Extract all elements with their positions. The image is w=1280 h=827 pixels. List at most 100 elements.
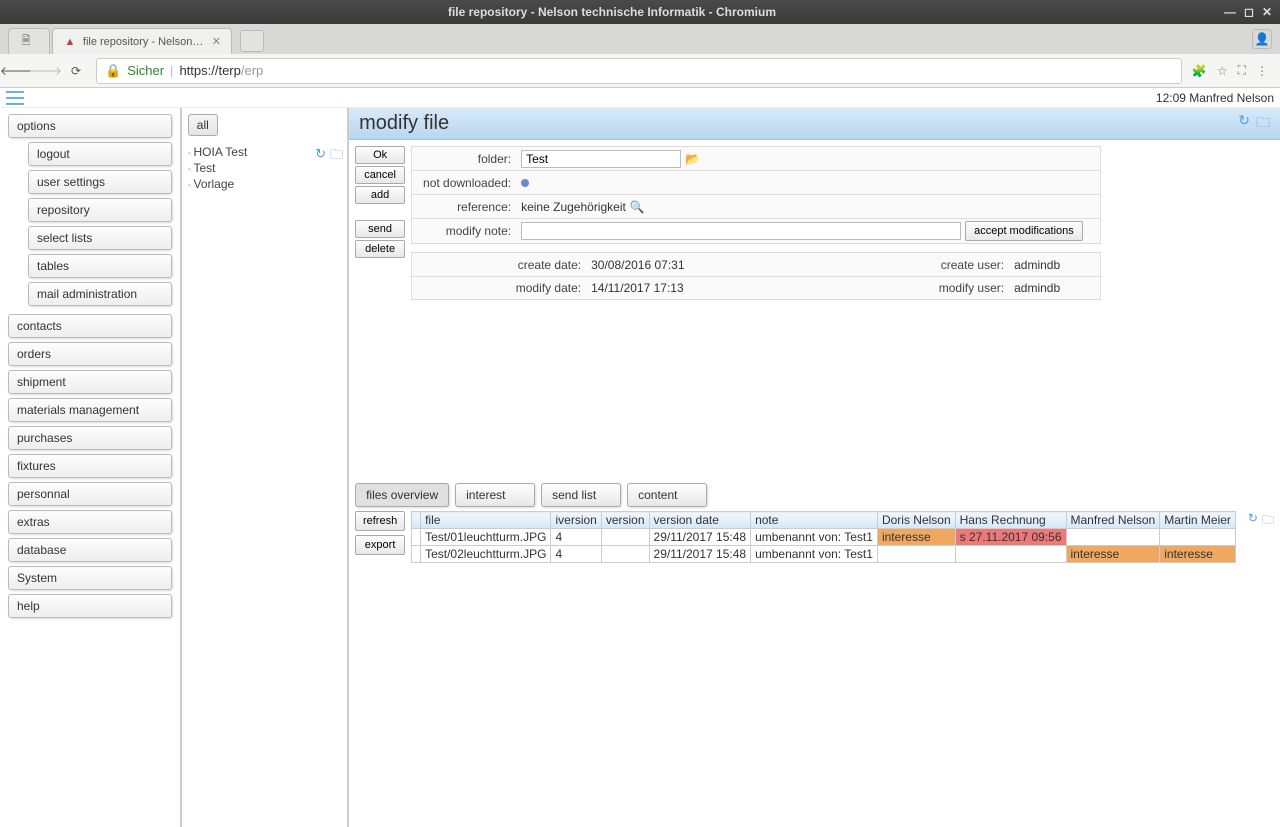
col-note[interactable]: note (751, 512, 878, 529)
fullscreen-icon[interactable]: ⛶ (1238, 63, 1246, 78)
cell-version (601, 529, 649, 546)
cancel-button[interactable]: cancel (355, 166, 405, 184)
refresh-icon[interactable]: ↻ (1248, 511, 1258, 532)
form-buttons: Ok cancel add send delete (355, 146, 405, 300)
cell-version (601, 546, 649, 563)
content-header: modify file ↻ 🗀 (349, 108, 1280, 140)
sidebar-help[interactable]: help (8, 594, 172, 618)
star-icon[interactable]: ☆ (1217, 64, 1228, 78)
status-dot-icon (521, 179, 529, 187)
folder-open-icon[interactable]: 📂 (685, 152, 700, 166)
panel-icon[interactable]: 🗀 (1256, 112, 1270, 136)
extension-icon[interactable]: 🧩 (1192, 64, 1207, 78)
cell-manfred: interesse (1066, 546, 1160, 563)
sidebar-tables[interactable]: tables (28, 254, 172, 278)
modifyuser-value: admindb (1010, 281, 1100, 295)
col-hans[interactable]: Hans Rechnung (955, 512, 1066, 529)
export-button[interactable]: export (355, 535, 405, 555)
createdate-value: 30/08/2016 07:31 (587, 256, 930, 274)
sidebar-mailadmin[interactable]: mail administration (28, 282, 172, 306)
lower-area: files overview interest send list conten… (349, 479, 1280, 567)
sidebar-usersettings[interactable]: user settings (28, 170, 172, 194)
panel-icon[interactable]: 🗀 (1262, 511, 1274, 532)
ok-button[interactable]: Ok (355, 146, 405, 164)
col-doris[interactable]: Doris Nelson (877, 512, 955, 529)
sidebar-repository[interactable]: repository (28, 198, 172, 222)
sidebar-orders[interactable]: orders (8, 342, 172, 366)
col-blank[interactable] (412, 512, 421, 529)
browser-tabstrip: 🗎 ▲ file repository - Nelson te ✕ 👤 (0, 24, 1280, 54)
folder-input[interactable] (521, 150, 681, 168)
sidebar-selectlists[interactable]: select lists (28, 226, 172, 250)
col-manfred[interactable]: Manfred Nelson (1066, 512, 1160, 529)
cell-martin (1160, 529, 1236, 546)
url-text: https://terp/erp (179, 63, 263, 78)
sidebar-logout[interactable]: logout (28, 142, 172, 166)
user-label: Manfred Nelson (1189, 91, 1274, 105)
sidebar-shipment[interactable]: shipment (8, 370, 172, 394)
refresh-icon[interactable]: ↻ (1238, 112, 1250, 136)
send-button[interactable]: send (355, 220, 405, 238)
cell-hans (955, 546, 1066, 563)
folder-icon[interactable]: 🗀 (330, 146, 343, 168)
divider: | (170, 63, 173, 78)
delete-button[interactable]: delete (355, 240, 405, 258)
tab-filesoverview[interactable]: files overview (355, 483, 449, 507)
reference-value: keine Zugehörigkeit (521, 200, 626, 214)
content-area: modify file ↻ 🗀 Ok cancel add send delet… (349, 108, 1280, 827)
search-icon[interactable]: 🔍 (630, 200, 645, 214)
close-icon[interactable]: ✕ (1262, 5, 1272, 19)
accept-button[interactable]: accept modifications (965, 221, 1083, 241)
minimize-icon[interactable]: — (1224, 5, 1236, 19)
sidebar-fixtures[interactable]: fixtures (8, 454, 172, 478)
tree-all-button[interactable]: all (188, 114, 218, 136)
maximize-icon[interactable]: ◻ (1244, 5, 1254, 19)
refresh-icon[interactable]: ↻ (315, 146, 326, 168)
profile-icon[interactable]: 👤 (1252, 29, 1272, 49)
modnote-input[interactable] (521, 222, 961, 240)
col-versiondate[interactable]: version date (649, 512, 751, 529)
tree-panel: all HOIA Test Test Vorlage ↻ 🗀 (182, 108, 349, 827)
back-button[interactable]: 🡐 (6, 61, 26, 81)
cell-note: umbenannt von: Test1 (751, 546, 878, 563)
browser-tab-blank[interactable]: 🗎 (8, 28, 50, 54)
sidebar-extras[interactable]: extras (8, 510, 172, 534)
sidebar-personnal[interactable]: personnal (8, 482, 172, 506)
hamburger-icon[interactable] (6, 91, 24, 105)
tab-content[interactable]: content (627, 483, 707, 507)
createuser-value: admindb (1010, 258, 1100, 272)
modifyuser-label: modify user: (930, 281, 1010, 295)
browser-tab-active[interactable]: ▲ file repository - Nelson te ✕ (52, 28, 232, 54)
lock-icon: 🔒 (105, 63, 121, 79)
col-martin[interactable]: Martin Meier (1160, 512, 1236, 529)
tab-sendlist[interactable]: send list (541, 483, 621, 507)
new-tab-button[interactable] (240, 30, 264, 52)
add-button[interactable]: add (355, 186, 405, 204)
user-info: 12:09 Manfred Nelson (1156, 91, 1274, 105)
tab-close-icon[interactable]: ✕ (212, 35, 221, 48)
col-iversion[interactable]: iversion (551, 512, 601, 529)
refresh-button[interactable]: refresh (355, 511, 405, 531)
sidebar-system[interactable]: System (8, 566, 172, 590)
cell-manfred (1066, 529, 1160, 546)
col-file[interactable]: file (421, 512, 551, 529)
sidebar-purchases[interactable]: purchases (8, 426, 172, 450)
forward-button[interactable]: 🡒 (36, 61, 56, 81)
cell-doris (877, 546, 955, 563)
tree-item[interactable]: Vorlage (188, 176, 341, 192)
tab-interest[interactable]: interest (455, 483, 535, 507)
sidebar-contacts[interactable]: contacts (8, 314, 172, 338)
table-row[interactable]: Test/02leuchtturm.JPG 4 29/11/2017 15:48… (412, 546, 1236, 563)
cell-doris: interesse (877, 529, 955, 546)
modifydate-label: modify date: (412, 281, 587, 295)
window-title: file repository - Nelson technische Info… (0, 5, 1224, 19)
createuser-label: create user: (930, 258, 1010, 272)
address-bar[interactable]: 🔒 Sicher | https://terp/erp (96, 58, 1182, 84)
table-row[interactable]: Test/01leuchtturm.JPG 4 29/11/2017 15:48… (412, 529, 1236, 546)
sidebar-database[interactable]: database (8, 538, 172, 562)
col-version[interactable]: version (601, 512, 649, 529)
reload-button[interactable]: ⟳ (66, 61, 86, 81)
menu-icon[interactable]: ⋮ (1256, 64, 1268, 78)
sidebar-options[interactable]: options (8, 114, 172, 138)
sidebar-materials[interactable]: materials management (8, 398, 172, 422)
